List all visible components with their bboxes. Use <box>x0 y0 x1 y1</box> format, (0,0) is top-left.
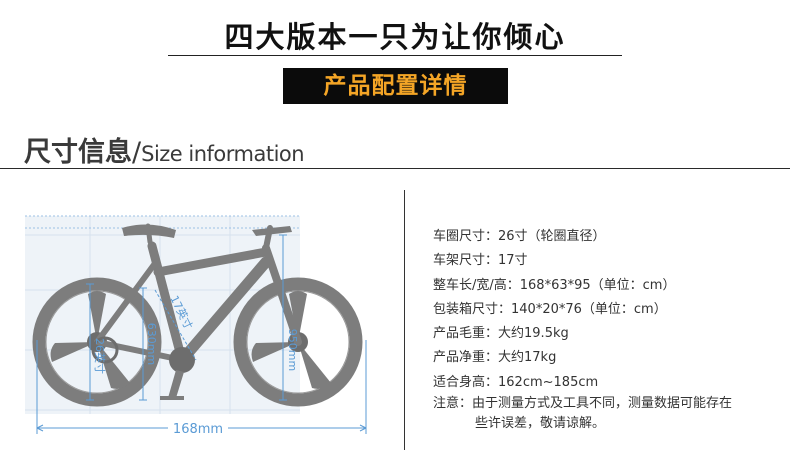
spec-label: 包装箱尺寸： <box>433 301 512 317</box>
section-title-zh: 尺寸信息 <box>24 137 132 168</box>
spec-label: 产品净重： <box>433 350 499 366</box>
spec-net-weight: 产品净重：大约17kg <box>433 346 675 370</box>
spec-value: 168*63*95（单位：cm） <box>519 277 676 293</box>
spec-label: 产品毛重： <box>433 326 499 342</box>
spec-list: 车圈尺寸：26寸（轮圈直径） 车架尺寸：17寸 整车长/宽/高：168*63*9… <box>433 225 675 395</box>
total-height-label: 950mm <box>286 329 299 371</box>
spec-value: 17寸 <box>498 253 528 269</box>
spec-frame-size: 车架尺寸：17寸 <box>433 249 675 273</box>
spec-value: 162cm~185cm <box>498 374 599 390</box>
config-banner: 产品配置详情 <box>283 68 508 104</box>
wheelbase-label: 168mm <box>173 422 223 437</box>
spec-value: 大约19.5kg <box>498 326 569 342</box>
section-title-slash: / <box>132 137 142 168</box>
vertical-divider <box>404 190 405 450</box>
spec-label: 车圈尺寸： <box>433 229 499 244</box>
title-divider <box>168 55 622 56</box>
wheel-size-label: 26英寸 <box>93 338 107 374</box>
section-title-en: Size information <box>141 142 305 166</box>
spec-label: 车架尺寸： <box>433 253 499 269</box>
measurement-note: 注意：由于测量方式及工具不同，测量数据可能存在 些许误差，敬请谅解。 <box>433 394 732 434</box>
bike-dimension-diagram: 26英寸 630mm 17英寸 950mm 168mm <box>25 215 367 437</box>
spec-gross-weight: 产品毛重：大约19.5kg <box>433 322 675 346</box>
spec-value: 大约17kg <box>498 350 557 366</box>
seat-height-label: 630mm <box>145 323 158 365</box>
note-line-2: 些许误差，敬请谅解。 <box>475 416 606 431</box>
spec-rider-height: 适合身高：162cm~185cm <box>433 371 675 395</box>
spec-value: 140*20*76（单位：cm） <box>511 301 667 317</box>
section-heading: 尺寸信息/Size information <box>24 130 305 169</box>
spec-rim-size: 车圈尺寸：26寸（轮圈直径） <box>433 225 675 249</box>
section-divider <box>0 168 790 169</box>
main-title: 四大版本一只为让你倾心 <box>224 20 566 54</box>
spec-label: 整车长/宽/高： <box>433 277 520 293</box>
spec-value: 26寸（轮圈直径） <box>498 229 606 244</box>
note-line-1: 由于测量方式及工具不同，测量数据可能存在 <box>472 396 733 411</box>
spec-label: 适合身高： <box>433 374 499 390</box>
spec-package-size: 包装箱尺寸：140*20*76（单位：cm） <box>433 298 675 322</box>
spec-dimensions: 整车长/宽/高：168*63*95（单位：cm） <box>433 274 675 298</box>
note-label: 注意： <box>433 396 473 411</box>
